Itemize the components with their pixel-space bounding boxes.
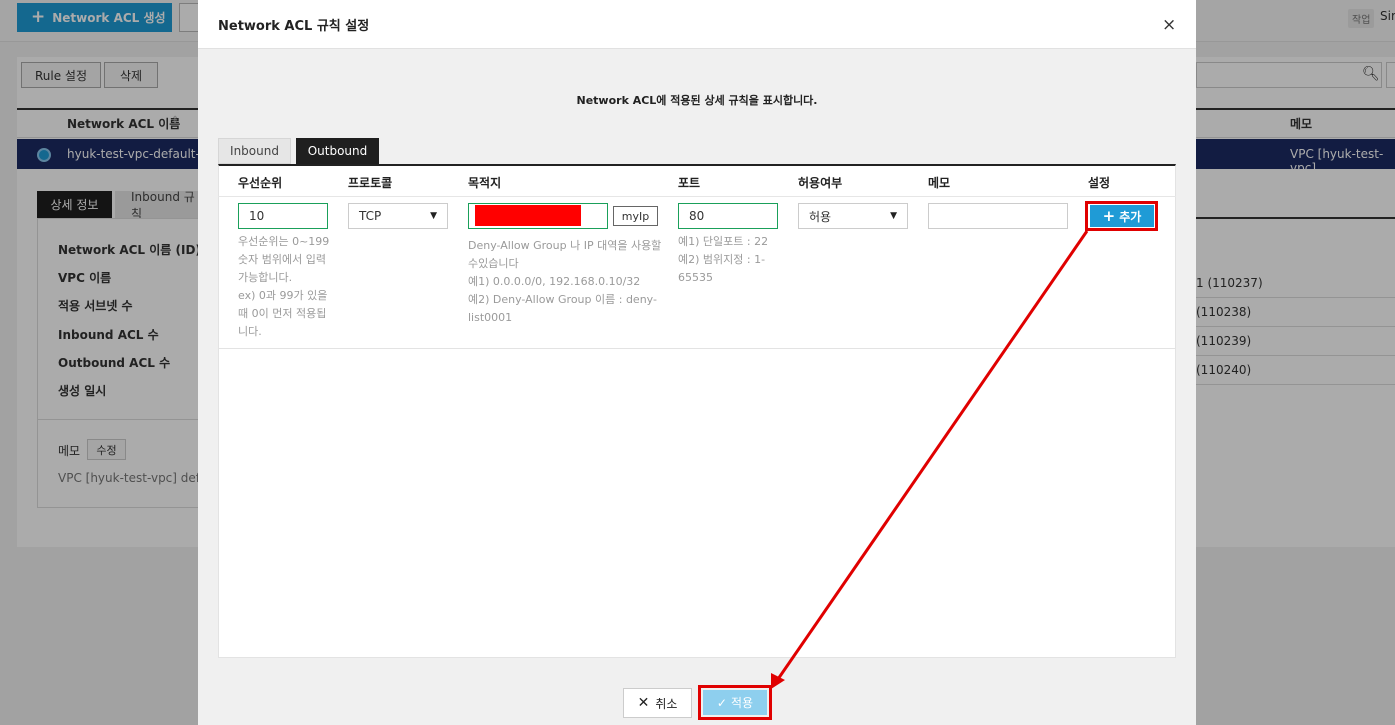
hint-line: Deny-Allow Group 나 IP 대역을 사용할: [468, 239, 662, 252]
close-icon: ✕: [637, 695, 650, 711]
add-rule-button[interactable]: + 추가: [1090, 205, 1154, 227]
hint-line: 예1) 0.0.0.0/0, 192.168.0.10/32: [468, 275, 641, 288]
column-header-priority: 우선순위: [238, 176, 283, 190]
column-header-protocol: 프로토콜: [348, 176, 393, 190]
protocol-select[interactable]: TCP ▼: [348, 203, 448, 229]
tab-inbound[interactable]: Inbound: [218, 138, 291, 164]
column-header-memo: 메모: [928, 176, 951, 190]
memo-input[interactable]: [928, 203, 1068, 229]
column-header-allow: 허용여부: [798, 176, 843, 190]
cancel-label: 취소: [655, 696, 678, 711]
hint-line: list0001: [468, 311, 513, 324]
priority-value: 10: [249, 209, 265, 223]
hint-line: 가능합니다.: [238, 271, 293, 284]
chevron-down-icon: ▼: [890, 211, 897, 221]
add-button-label: 추가: [1119, 209, 1142, 224]
rule-settings-modal: Network ACL 규칙 설정 × Network ACL에 적용된 상세 …: [198, 0, 1196, 725]
hint-line: 수있습니다: [468, 257, 519, 270]
port-input[interactable]: 80: [678, 203, 778, 229]
protocol-value: TCP: [359, 209, 382, 223]
close-icon[interactable]: ×: [1162, 15, 1176, 35]
port-hint: 예1) 단일포트 : 22 예2) 범위지정 : 1- 65535: [678, 233, 788, 287]
tab-outbound[interactable]: Outbound: [296, 138, 379, 164]
column-header-settings: 설정: [1088, 176, 1111, 190]
hint-line: 때 0이 먼저 적용됩: [238, 307, 327, 320]
hint-line: 65535: [678, 271, 713, 284]
hint-line: 예1) 단일포트 : 22: [678, 235, 769, 248]
hint-line: 숫자 범위에서 입력: [238, 253, 326, 266]
hint-line: 니다.: [238, 325, 262, 338]
modal-description: Network ACL에 적용된 상세 규칙을 표시합니다.: [576, 94, 818, 107]
modal-title: Network ACL 규칙 설정: [218, 19, 370, 34]
allow-select[interactable]: 허용 ▼: [798, 203, 908, 229]
plus-icon: +: [1102, 206, 1116, 225]
apply-label: 적용: [730, 696, 754, 710]
redacted-destination: [475, 205, 581, 226]
check-icon: ✓: [716, 695, 727, 710]
priority-hint: 우선순위는 0~199 숫자 범위에서 입력 가능합니다. ex) 0과 99가…: [238, 233, 338, 341]
cancel-button[interactable]: ✕ 취소: [623, 688, 692, 718]
chevron-down-icon: ▼: [430, 211, 437, 221]
column-header-port: 포트: [678, 176, 701, 190]
column-header-destination: 목적지: [468, 176, 502, 190]
destination-hint: Deny-Allow Group 나 IP 대역을 사용할 수있습니다 예1) …: [468, 237, 668, 327]
hint-line: 예2) Deny-Allow Group 이름 : deny-: [468, 293, 657, 306]
hint-line: 우선순위는 0~199: [238, 235, 330, 248]
myip-button[interactable]: myIp: [613, 206, 658, 226]
hint-line: 예2) 범위지정 : 1-: [678, 253, 766, 266]
row-divider: [218, 348, 1176, 349]
modal-header: Network ACL 규칙 설정 ×: [198, 0, 1196, 49]
hint-line: ex) 0과 99가 있을: [238, 289, 328, 302]
header-divider: [218, 196, 1176, 197]
allow-value: 허용: [809, 209, 832, 224]
priority-input[interactable]: 10: [238, 203, 328, 229]
port-value: 80: [689, 209, 705, 223]
apply-button[interactable]: ✓ 적용: [703, 690, 767, 715]
